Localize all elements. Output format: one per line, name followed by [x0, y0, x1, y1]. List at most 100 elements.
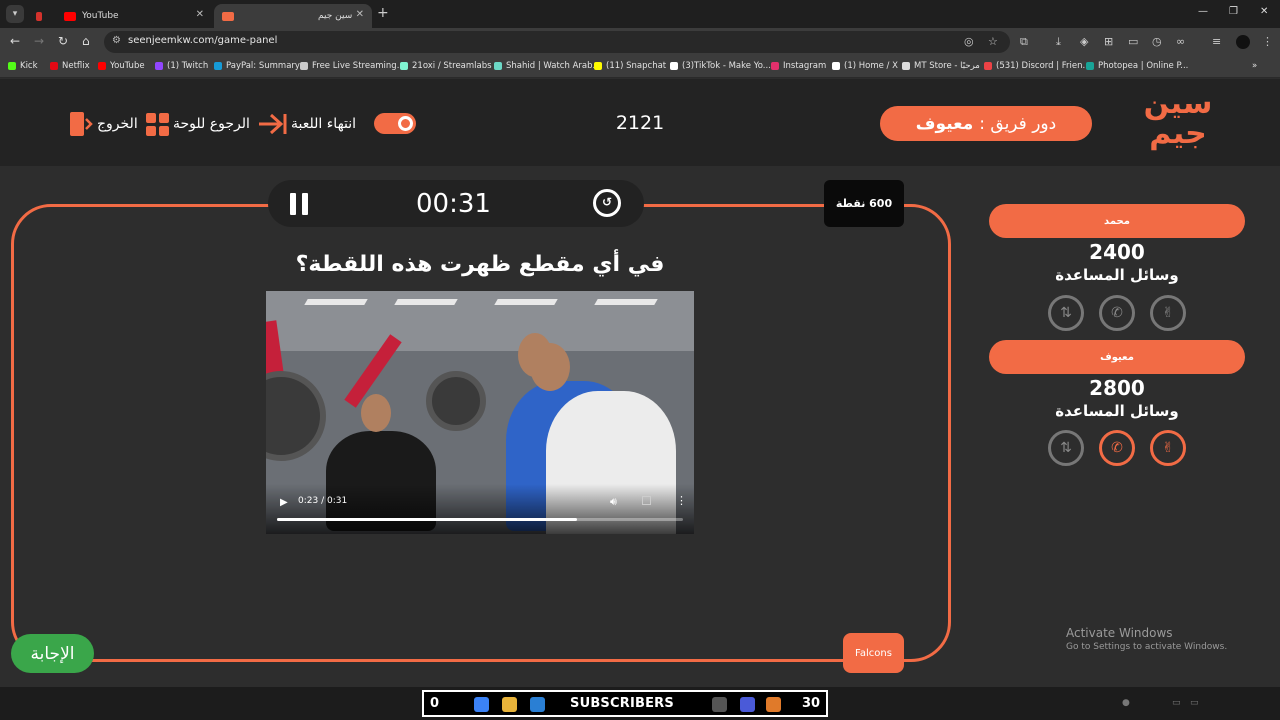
seenjeem-logo: سين جيم [1143, 86, 1213, 151]
globe-icon [902, 62, 910, 70]
bookmark-free-live-streaming[interactable]: Free Live Streaming... [300, 61, 405, 71]
more-options-icon[interactable]: ⋮ [676, 494, 687, 507]
tab-seenjeem[interactable]: سين جيم ✕ [214, 4, 372, 28]
url-text[interactable]: seenjeemkw.com/game-panel [128, 35, 277, 46]
snapchat-icon [594, 62, 602, 70]
fullscreen-icon[interactable] [642, 496, 651, 505]
bookmark-kick[interactable]: Kick [8, 61, 38, 71]
video-light [394, 299, 458, 305]
aids-label: وسائل المساعدة [1055, 402, 1179, 420]
tab-label: YouTube [82, 11, 119, 21]
video-weight-plate [266, 371, 326, 461]
file-explorer-icon[interactable] [502, 697, 517, 712]
bookmark-twitch[interactable]: (1) Twitch [155, 61, 208, 71]
swap-icon[interactable]: ⇅ [1048, 295, 1084, 331]
tab-pinned[interactable] [28, 4, 56, 28]
answer-button[interactable]: الإجابة [11, 634, 94, 673]
netflix-icon [50, 62, 58, 70]
current-turn-pill: دور فريق : معيوف [880, 106, 1092, 141]
close-tab-icon[interactable]: ✕ [356, 9, 364, 20]
team-score: 2800 [1089, 376, 1145, 400]
forward-arrow-icon[interactable]: → [34, 34, 44, 48]
subscribers-label: SUBSCRIBERS [570, 696, 674, 711]
bookmark-mt-store[interactable]: MT Store - مرحبًا [902, 61, 980, 71]
tab-favicon [36, 11, 42, 21]
end-game-toggle[interactable] [374, 113, 416, 134]
video-light [304, 299, 368, 305]
video-progress-bar[interactable] [277, 518, 683, 521]
translate-icon[interactable]: ⊞ [1104, 35, 1113, 48]
reading-list-icon[interactable]: ≡ [1212, 35, 1221, 48]
youtube-favicon-icon [64, 11, 76, 21]
reload-icon[interactable]: ↻ [58, 34, 68, 48]
profile-avatar[interactable] [1236, 35, 1250, 49]
timer-display: 00:31 [416, 189, 491, 219]
link-icon[interactable]: ∞ [1176, 35, 1185, 48]
exit-label[interactable]: الخروج [97, 116, 138, 132]
restore-button[interactable]: ❐ [1229, 6, 1238, 17]
play-icon[interactable]: ▶ [280, 497, 288, 508]
peace-hand-icon[interactable]: ✌ [1150, 295, 1186, 331]
bookmark-netflix[interactable]: Netflix [50, 61, 90, 71]
extensions-icon[interactable]: ⧉ [1020, 35, 1028, 49]
bookmark-youtube[interactable]: YouTube [98, 61, 145, 71]
eye-off-icon[interactable]: ◎ [964, 35, 974, 48]
bookmark-discord[interactable]: (531) Discord | Frien... [984, 61, 1091, 71]
tiktok-icon [670, 62, 678, 70]
turn-team-name: معيوف [915, 113, 974, 134]
streamlabs-icon [400, 62, 408, 70]
video-person-head [530, 343, 570, 391]
bookmark-snapchat[interactable]: (11) Snapchat [594, 61, 666, 71]
twitch-icon [155, 62, 163, 70]
question-video[interactable]: ▶ 0:23 / 0:31 🔊︎ ⋮ [266, 291, 694, 534]
browser-menu-icon[interactable]: ⋮ [1262, 35, 1273, 48]
app-icon[interactable] [740, 697, 755, 712]
close-window-button[interactable]: ✕ [1260, 6, 1268, 17]
tab-search-button[interactable]: ▾ [6, 5, 24, 23]
store-icon[interactable] [530, 697, 545, 712]
back-to-board-label[interactable]: الرجوع للوحة [173, 116, 250, 132]
download-icon[interactable]: ⤓ [1056, 35, 1061, 49]
peace-hand-icon[interactable]: ✌ [1150, 430, 1186, 466]
bookmark-tiktok[interactable]: (3)TikTok - Make Yo... [670, 61, 771, 71]
site-info-icon[interactable]: ⚙ [112, 35, 121, 46]
bookmarks-bar: Kick Netflix YouTube (1) Twitch PayPal: … [0, 56, 1280, 78]
tray-icon[interactable]: ▭ [1172, 698, 1181, 708]
bookmark-instagram[interactable]: Instagram [771, 61, 826, 71]
windows-start-icon[interactable] [474, 697, 489, 712]
pause-icon[interactable] [290, 193, 310, 215]
new-tab-button[interactable]: + [377, 5, 389, 21]
bookmark-paypal[interactable]: PayPal: Summary [214, 61, 300, 71]
tray-icon[interactable]: ▭ [1190, 698, 1199, 708]
bookmark-shahid[interactable]: Shahid | Watch Arab... [494, 61, 601, 71]
home-icon[interactable]: ⌂ [82, 34, 90, 48]
phone-icon[interactable]: ✆ [1099, 430, 1135, 466]
activate-subtitle: Go to Settings to activate Windows. [1066, 642, 1228, 652]
app-icon[interactable] [766, 697, 781, 712]
bookmark-photopea[interactable]: Photopea | Online P... [1086, 61, 1188, 71]
right-count: 30 [802, 696, 821, 711]
bookmark-streamlabs[interactable]: 21oxi / Streamlabs [400, 61, 492, 71]
extension-icon[interactable]: ◈ [1080, 35, 1088, 48]
mic-icon[interactable]: ● [1122, 698, 1130, 708]
swap-icon[interactable]: ⇅ [1048, 430, 1084, 466]
minimize-button[interactable]: — [1198, 6, 1208, 17]
close-tab-icon[interactable]: ✕ [196, 9, 204, 20]
kick-icon [8, 62, 16, 70]
bookmark-star-icon[interactable]: ☆ [988, 35, 998, 48]
bookmarks-overflow-button[interactable]: » [1252, 61, 1257, 71]
exit-door-icon[interactable] [69, 111, 93, 137]
volume-icon[interactable]: 🔊︎ [610, 495, 617, 509]
wallet-icon[interactable]: ▭ [1128, 35, 1138, 48]
app-icon[interactable] [712, 697, 727, 712]
history-icon[interactable]: ◷ [1152, 35, 1162, 48]
reset-timer-icon[interactable]: ↺ [593, 189, 621, 217]
end-game-arrow-icon[interactable] [257, 113, 287, 135]
url-bar[interactable]: ⚙ seenjeemkw.com/game-panel ◎ ☆ [104, 31, 1010, 53]
back-arrow-icon[interactable]: ← [10, 34, 20, 48]
tab-youtube[interactable]: YouTube ✕ [56, 4, 212, 28]
phone-icon[interactable]: ✆ [1099, 295, 1135, 331]
bookmark-x[interactable]: (1) Home / X [832, 61, 898, 71]
board-grid-icon[interactable] [146, 113, 170, 137]
end-game-label[interactable]: انتهاء اللعبة [291, 116, 356, 132]
